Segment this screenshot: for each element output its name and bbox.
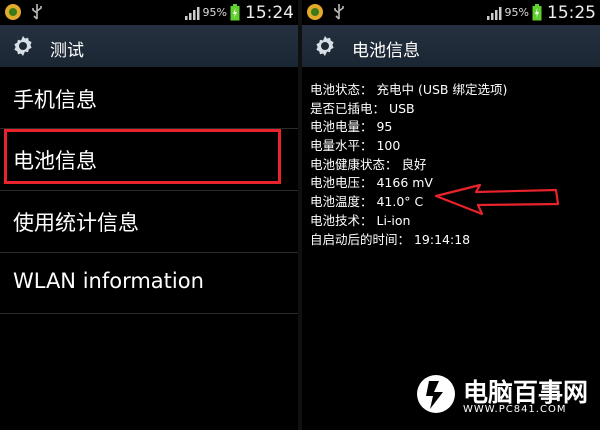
battery-charging-icon — [230, 4, 240, 21]
battery-charging-icon — [532, 4, 542, 21]
site-logo-icon — [417, 375, 455, 413]
usb-icon — [334, 4, 344, 20]
menu-item-label: WLAN information — [13, 269, 204, 293]
usb-icon — [32, 4, 42, 20]
app-notification-icon — [5, 4, 21, 20]
battery-percent: 95% — [202, 6, 227, 19]
battery-scale: 电量水平： 100 — [310, 138, 401, 154]
clock: 15:25 — [547, 2, 596, 23]
menu-item-wlan-info[interactable]: WLAN information — [0, 253, 298, 314]
status-bar: 95% 15:24 — [0, 0, 298, 25]
battery-health: 电池健康状态： 良好 — [310, 156, 427, 172]
watermark: 电脑百事网 WWW.PC841.COM — [415, 371, 595, 421]
app-notification-icon — [307, 4, 323, 20]
menu-item-label: 手机信息 — [13, 88, 97, 112]
page-title: 电池信息 — [352, 41, 420, 61]
highlight-box — [4, 129, 281, 184]
status-bar: 95% 15:25 — [302, 0, 600, 25]
left-screen: 95% 15:24 测试 手机信息 电池信息 使用统计信息 WLAN infor… — [0, 0, 298, 430]
watermark-url: WWW.PC841.COM — [463, 404, 567, 415]
signal-icon — [486, 6, 502, 20]
menu-item-usage-stats[interactable]: 使用统计信息 — [0, 191, 298, 252]
menu-item-label: 使用统计信息 — [13, 211, 139, 235]
page-title: 测试 — [50, 41, 84, 61]
gear-icon[interactable] — [11, 34, 35, 58]
menu-item-phone-info[interactable]: 手机信息 — [0, 68, 298, 129]
action-bar: 测试 — [0, 25, 298, 67]
clock: 15:24 — [245, 2, 294, 23]
battery-percent: 95% — [504, 6, 529, 19]
gear-icon[interactable] — [313, 34, 337, 58]
right-screen: 95% 15:25 电池信息 电池状态： 充电中 (USB 绑定选项) 是否已插… — [302, 0, 600, 430]
action-bar: 电池信息 — [302, 25, 600, 67]
battery-info-list: 电池状态： 充电中 (USB 绑定选项) 是否已插电： USB 电池电量： 95… — [310, 81, 507, 249]
red-arrow-annotation — [434, 183, 560, 216]
divider — [0, 313, 298, 314]
uptime: 自启动后的时间： 19:14:18 — [310, 231, 471, 247]
signal-icon — [184, 6, 200, 20]
battery-status: 电池状态： 充电中 (USB 绑定选项) — [310, 82, 508, 97]
plugged-status: 是否已插电： USB — [310, 100, 415, 116]
battery-level: 电池电量： 95 — [310, 119, 393, 135]
